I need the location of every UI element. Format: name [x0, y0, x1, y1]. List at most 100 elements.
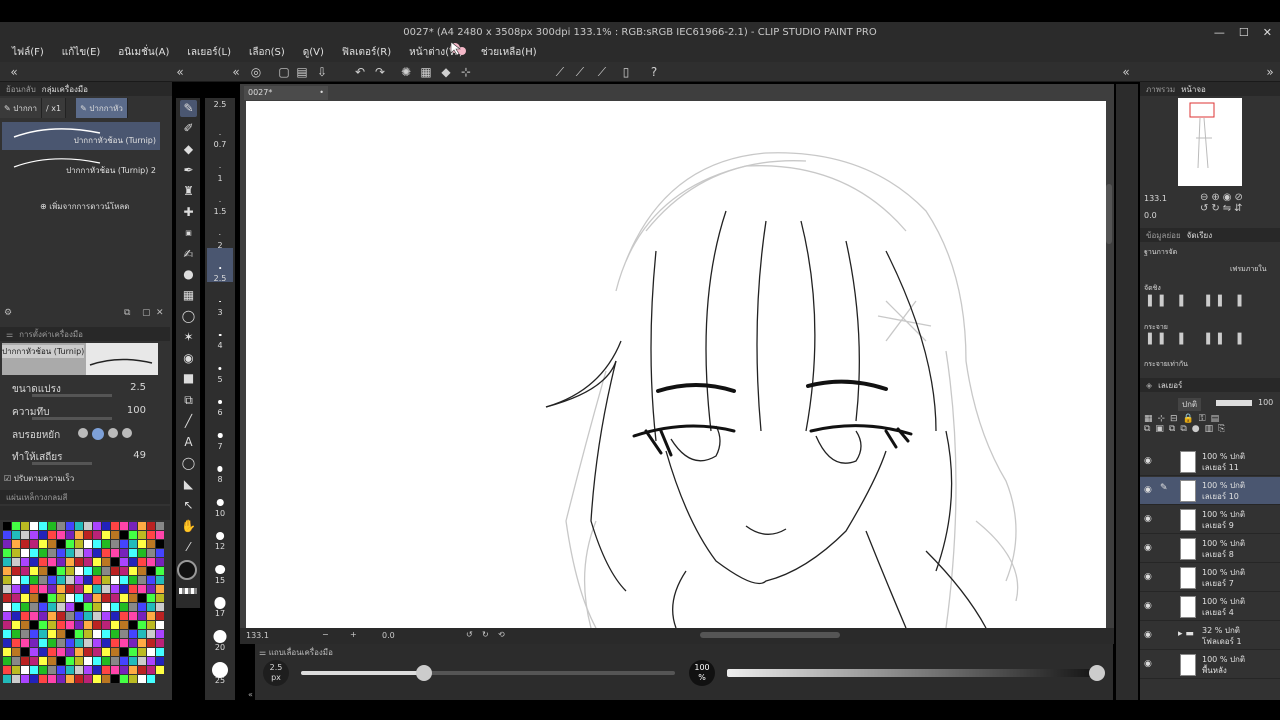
color-swatch[interactable] [102, 603, 110, 611]
color-swatch[interactable] [3, 531, 11, 539]
color-swatch[interactable] [93, 531, 101, 539]
color-swatch[interactable] [129, 648, 137, 656]
redo-icon[interactable]: ↷ [372, 64, 388, 80]
color-swatch[interactable] [129, 666, 137, 674]
color-swatch[interactable] [84, 630, 92, 638]
color-swatch[interactable] [30, 585, 38, 593]
color-swatch[interactable] [21, 630, 29, 638]
fill-tool-icon[interactable]: ● [180, 266, 197, 283]
color-swatch[interactable] [120, 585, 128, 593]
eye-icon[interactable]: ◉ [1144, 543, 1152, 553]
color-swatch[interactable] [48, 675, 56, 683]
color-swatch[interactable] [129, 639, 137, 647]
size-option[interactable]: 20 [205, 623, 235, 656]
transparent-color-swatch[interactable] [179, 588, 197, 594]
menu-file[interactable]: ไฟล์(F) [12, 45, 44, 60]
color-swatch[interactable] [12, 576, 20, 584]
pen-tool-icon[interactable]: ✎ [180, 100, 197, 117]
decoration-tool-icon[interactable]: ✚ [180, 204, 197, 221]
color-swatch[interactable] [12, 531, 20, 539]
tab-tool-group[interactable]: กลุ่มเครื่องมือ [42, 83, 88, 96]
color-swatch[interactable] [156, 603, 164, 611]
color-swatch[interactable] [75, 531, 83, 539]
color-swatch[interactable] [75, 549, 83, 557]
color-swatch[interactable] [147, 558, 155, 566]
color-swatch[interactable] [147, 666, 155, 674]
reset-rotate-icon[interactable]: ⟲ [498, 630, 505, 639]
color-swatch[interactable] [48, 531, 56, 539]
size-option[interactable]: 10 [205, 489, 235, 522]
color-swatch[interactable] [129, 531, 137, 539]
color-swatch[interactable] [3, 639, 11, 647]
color-swatch[interactable] [3, 540, 11, 548]
color-swatch[interactable] [21, 549, 29, 557]
color-swatch[interactable] [156, 612, 164, 620]
color-swatch[interactable] [3, 603, 11, 611]
color-swatch[interactable] [3, 612, 11, 620]
color-swatch[interactable] [138, 603, 146, 611]
snap-ruler-icon[interactable]: ⟋ [572, 64, 588, 80]
color-swatch[interactable] [111, 522, 119, 530]
color-swatch[interactable] [138, 522, 146, 530]
color-swatch[interactable] [48, 549, 56, 557]
eye-icon[interactable]: ◉ [1144, 659, 1152, 669]
color-swatch[interactable] [30, 648, 38, 656]
color-swatch[interactable] [3, 657, 11, 665]
color-swatch[interactable] [93, 558, 101, 566]
color-swatch[interactable] [57, 585, 65, 593]
color-swatch[interactable] [12, 639, 20, 647]
color-swatch[interactable] [39, 549, 47, 557]
eye-icon[interactable]: ◉ [1144, 630, 1152, 640]
color-swatch[interactable] [66, 657, 74, 665]
clip-studio-icon[interactable]: ◎ [248, 64, 264, 80]
color-swatch[interactable] [102, 558, 110, 566]
layer-row[interactable]: ◉ ✎ 100 % ปกติ เลเยอร์ 10 [1140, 477, 1280, 505]
color-swatch[interactable] [111, 639, 119, 647]
color-swatch[interactable] [12, 612, 20, 620]
size-slider[interactable] [301, 665, 675, 681]
color-swatch[interactable] [66, 567, 74, 575]
color-swatch[interactable] [156, 648, 164, 656]
color-swatch[interactable] [111, 540, 119, 548]
menu-select[interactable]: เลือก(S) [249, 45, 285, 60]
color-swatch[interactable] [66, 621, 74, 629]
color-swatch[interactable] [48, 585, 56, 593]
color-swatch[interactable] [21, 558, 29, 566]
color-swatch[interactable] [48, 621, 56, 629]
color-swatch[interactable] [93, 567, 101, 575]
color-swatch[interactable] [111, 585, 119, 593]
color-swatch[interactable] [84, 675, 92, 683]
text-tool-icon[interactable]: A [180, 434, 197, 451]
menu-layer[interactable]: เลเยอร์(L) [187, 45, 231, 60]
clear-icon[interactable]: ✺ [398, 64, 414, 80]
size-option[interactable]: 1.5 [205, 187, 235, 220]
brush-tool-icon[interactable]: ✒ [180, 162, 197, 179]
opacity-slider[interactable] [727, 665, 1105, 681]
color-swatch[interactable] [3, 594, 11, 602]
layer-row[interactable]: ◉ 100 % ปกติ เลเยอร์ 11 [1140, 448, 1280, 476]
ruler-tool-icon[interactable]: ◣ [180, 476, 197, 493]
color-swatch[interactable] [30, 675, 38, 683]
color-swatch[interactable] [21, 522, 29, 530]
color-swatch[interactable] [138, 531, 146, 539]
size-option[interactable]: 8 [205, 455, 235, 488]
layer-row[interactable]: ◉ 100 % ปกติ เลเยอร์ 4 [1140, 593, 1280, 621]
color-palette[interactable] [3, 522, 165, 698]
brush-size-row[interactable]: ขนาดแปรง 2.5 [12, 382, 160, 402]
antialias-row[interactable]: ลบรอยหยัก [12, 428, 160, 446]
color-swatch[interactable] [57, 522, 65, 530]
color-swatch[interactable] [57, 549, 65, 557]
color-swatch[interactable] [111, 666, 119, 674]
color-swatch[interactable] [12, 540, 20, 548]
color-swatch[interactable] [147, 603, 155, 611]
eye-icon[interactable]: ◉ [1144, 601, 1152, 611]
color-swatch[interactable] [21, 603, 29, 611]
airbrush-tool-icon[interactable]: ♜ [180, 183, 197, 200]
color-swatch[interactable] [30, 540, 38, 548]
color-swatch[interactable] [12, 585, 20, 593]
color-swatch[interactable] [3, 549, 11, 557]
color-swatch[interactable] [84, 639, 92, 647]
eye-icon[interactable]: ◉ [1144, 514, 1152, 524]
color-swatch[interactable] [102, 531, 110, 539]
expand-right-icon[interactable]: « [1118, 64, 1134, 80]
